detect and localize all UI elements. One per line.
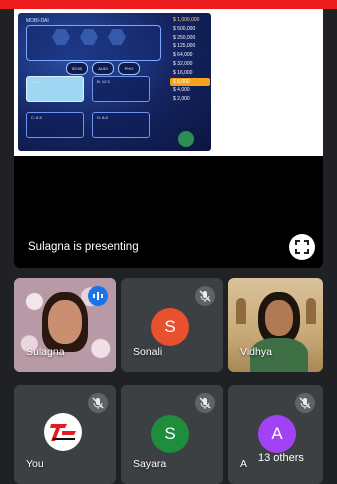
- fullscreen-icon: [295, 240, 309, 254]
- participant-tile-sayara[interactable]: S Sayara: [121, 385, 223, 484]
- participant-tile-you[interactable]: You: [14, 385, 116, 484]
- mic-off-icon: [295, 393, 315, 413]
- money-bag-icon: [178, 131, 194, 147]
- mic-off-icon: [195, 286, 215, 306]
- mic-off-icon: [88, 393, 108, 413]
- participant-tile-sulagna[interactable]: Sulagna: [14, 278, 116, 372]
- prize-level: $ 2,000: [173, 96, 190, 103]
- participant-tile-sonali[interactable]: S Sonali: [121, 278, 223, 372]
- avatar: S: [151, 415, 189, 453]
- prize-level: $ 4,000: [173, 87, 190, 94]
- shared-slide: MOBI-DAI 50:50 AUDI PHO A: 6.8 B: 12.5 C…: [14, 9, 323, 156]
- avatar: A: [258, 415, 296, 453]
- prize-level: $ 16,000: [173, 69, 193, 76]
- answer-a: A: 6.8: [26, 76, 84, 102]
- game-logo: MOBI-DAI: [26, 18, 49, 24]
- answer-d: D: 8.8: [92, 112, 150, 138]
- prize-level: $ 32,000: [173, 60, 193, 67]
- participant-name: Vidhya: [240, 346, 272, 358]
- participant-name: You: [26, 458, 44, 470]
- presentation-view[interactable]: MOBI-DAI 50:50 AUDI PHO A: 6.8 B: 12.5 C…: [14, 9, 323, 268]
- prize-level: $ 1,000,000: [173, 17, 200, 23]
- participant-name: Sonali: [133, 346, 163, 358]
- lifeline-phone: PHO: [118, 62, 140, 75]
- others-count-label: 13 others: [258, 452, 304, 464]
- prize-level-current: $ 8,000: [170, 77, 210, 87]
- speaking-indicator-icon: [88, 286, 108, 306]
- prize-ladder: $ 1,000,000 $ 500,000 $ 250,000 $ 125,00…: [170, 16, 210, 104]
- lifeline-audience: AUDI: [92, 62, 114, 75]
- background-arch: [306, 298, 316, 324]
- quiz-game-screen: MOBI-DAI 50:50 AUDI PHO A: 6.8 B: 12.5 C…: [18, 13, 211, 151]
- presenting-label: Sulagna is presenting: [28, 241, 139, 253]
- answer-b: B: 12.5: [92, 76, 150, 102]
- answer-c: C: 8.5: [26, 112, 84, 138]
- participant-name: Sayara: [133, 458, 167, 470]
- participant-video-face: [48, 300, 82, 344]
- participant-tile-vidhya[interactable]: Vidhya: [228, 278, 323, 372]
- prize-level: $ 250,000: [173, 34, 196, 41]
- participant-name: Sulagna: [26, 346, 65, 358]
- fullscreen-button[interactable]: [289, 234, 315, 260]
- participant-name: A: [240, 458, 248, 470]
- avatar: S: [151, 308, 189, 346]
- mic-off-icon: [195, 393, 215, 413]
- background-arch: [236, 298, 246, 324]
- prize-level: $ 125,000: [173, 43, 196, 50]
- avatar-logo: [44, 413, 82, 451]
- prize-level: $ 500,000: [173, 25, 196, 32]
- participant-video-face: [265, 300, 293, 336]
- prize-level: $ 64,000: [173, 52, 193, 59]
- top-status-bar: [0, 0, 337, 9]
- lifeline-fifty: 50:50: [66, 62, 88, 75]
- participant-tile-others[interactable]: A A: [228, 385, 323, 484]
